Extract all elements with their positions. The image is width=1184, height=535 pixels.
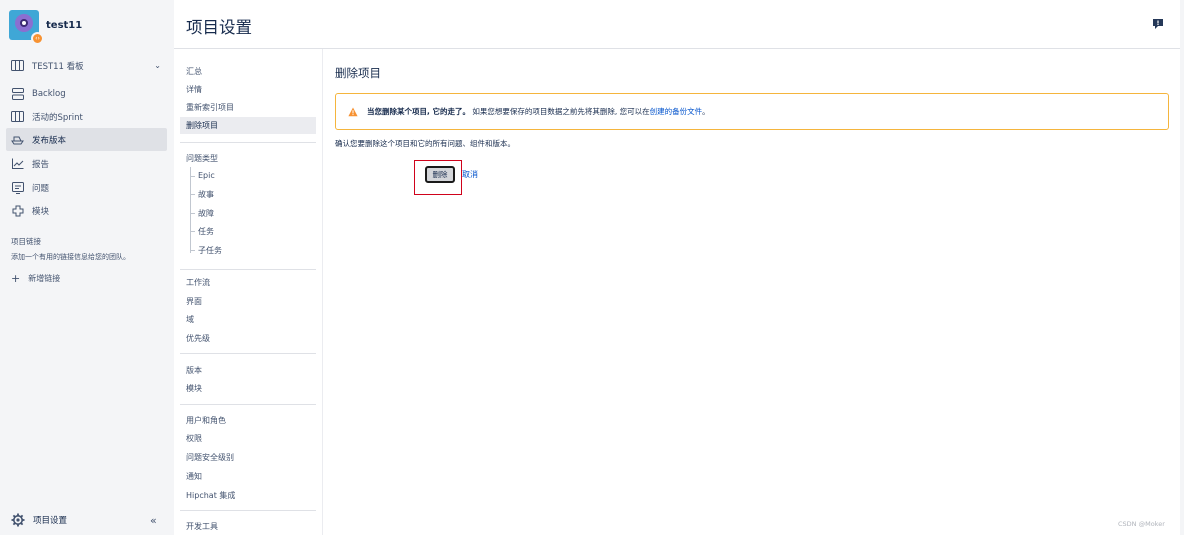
settings-nav-details[interactable]: 详情 <box>186 84 202 95</box>
settings-nav-epic[interactable]: Epic <box>198 171 215 180</box>
backlog-icon <box>11 87 24 100</box>
project-links-description: 添加一个有用的链接信息给您的团队。 <box>11 253 130 261</box>
feedback-icon[interactable] <box>1152 18 1164 30</box>
settings-nav-permissions[interactable]: 权限 <box>186 433 202 444</box>
settings-nav-bug[interactable]: 故障 <box>198 208 214 219</box>
settings-nav-notifications[interactable]: 通知 <box>186 471 202 482</box>
add-link-label: 新增链接 <box>28 274 61 283</box>
warning-end: 。 <box>702 107 710 116</box>
settings-nav-users-roles[interactable]: 用户和角色 <box>186 415 226 426</box>
tree-tick <box>190 194 195 195</box>
issues-icon <box>11 181 24 194</box>
settings-nav-divider <box>180 269 316 270</box>
warning-text: 如果您想要保存的项目数据之前先将其删除, 您可以在 <box>472 107 650 116</box>
plus-icon: + <box>11 272 21 285</box>
sidebar-item-label: TEST11 看板 <box>32 61 84 72</box>
settings-nav-task[interactable]: 任务 <box>198 226 214 237</box>
page-title: 项目设置 <box>186 18 252 37</box>
tree-tick <box>190 176 195 177</box>
sidebar-item-reports[interactable]: 报告 <box>6 152 167 175</box>
settings-nav-priorities[interactable]: 优先级 <box>186 333 210 344</box>
header-divider <box>174 48 1184 49</box>
settings-nav-summary[interactable]: 汇总 <box>186 66 202 77</box>
sidebar-item-label: Backlog <box>32 88 66 99</box>
watermark: CSDN @Moker <box>1118 520 1165 528</box>
settings-nav-divider <box>180 353 316 354</box>
warning-icon <box>348 107 358 116</box>
board-icon <box>11 59 24 72</box>
sprint-icon <box>11 110 24 123</box>
sidebar-item-board[interactable]: TEST11 看板 ⌄ <box>6 54 167 77</box>
settings-nav-divider <box>180 510 316 511</box>
app-window: ‹› test11 TEST11 看板 ⌄ Backlog 活动的Sprint <box>0 0 1184 535</box>
tree-tick <box>190 250 195 251</box>
settings-nav-divider <box>180 142 316 143</box>
settings-nav-border <box>322 49 323 535</box>
add-link-button[interactable]: + 新增链接 <box>11 272 60 285</box>
chevron-down-icon[interactable]: ⌄ <box>154 61 161 70</box>
sidebar-item-label: 报告 <box>32 159 50 170</box>
confirm-text: 确认您要删除这个项目和它的所有问题、组件和版本。 <box>335 139 515 148</box>
settings-nav-versions[interactable]: 版本 <box>186 365 202 376</box>
cancel-link[interactable]: 取消 <box>462 169 478 180</box>
settings-nav-reindex[interactable]: 重新索引项目 <box>186 102 234 113</box>
settings-nav-subtask[interactable]: 子任务 <box>198 245 222 256</box>
warning-bold-text: 当您删除某个项目, 它的走了。 <box>367 107 470 116</box>
sidebar-item-issues[interactable]: 问题 <box>6 176 167 199</box>
settings-nav-divider <box>180 404 316 405</box>
sidebar-item-backlog[interactable]: Backlog <box>6 82 167 105</box>
project-header[interactable]: ‹› test11 <box>9 10 83 45</box>
settings-nav-workflows[interactable]: 工作流 <box>186 277 210 288</box>
sidebar-item-sprint[interactable]: 活动的Sprint <box>6 105 167 128</box>
delete-button[interactable]: 删除 <box>425 166 455 183</box>
scrollbar-track[interactable] <box>1180 0 1184 535</box>
tree-line <box>190 167 191 253</box>
settings-nav-issue-types[interactable]: 问题类型 <box>186 153 218 164</box>
sidebar-item-label: 活动的Sprint <box>32 112 83 123</box>
project-sidebar: ‹› test11 TEST11 看板 ⌄ Backlog 活动的Sprint <box>0 0 174 535</box>
tree-tick <box>190 213 195 214</box>
settings-nav-issue-security[interactable]: 问题安全级别 <box>186 452 234 463</box>
settings-nav: 汇总 详情 重新索引项目 删除项目 问题类型 Epic 故事 故障 任务 子任务… <box>174 49 324 535</box>
gear-icon <box>11 513 25 527</box>
tree-tick <box>190 231 195 232</box>
settings-nav-delete-project[interactable]: 删除项目 <box>180 117 316 134</box>
project-links-heading: 项目链接 <box>11 237 41 246</box>
ship-icon <box>11 133 24 146</box>
sidebar-item-label: 发布版本 <box>32 135 67 146</box>
settings-nav-hipchat[interactable]: Hipchat 集成 <box>186 490 235 501</box>
component-icon <box>11 204 24 217</box>
section-title: 删除项目 <box>335 66 381 80</box>
sidebar-item-releases[interactable]: 发布版本 <box>6 128 167 151</box>
project-settings-label: 项目设置 <box>33 516 68 526</box>
project-avatar-icon: ‹› <box>9 10 44 45</box>
chart-icon <box>11 157 24 170</box>
settings-nav-dev-tools[interactable]: 开发工具 <box>186 521 218 532</box>
settings-nav-story[interactable]: 故事 <box>198 189 214 200</box>
project-settings-link[interactable]: 项目设置 <box>11 513 67 527</box>
sidebar-item-label: 模块 <box>32 206 50 217</box>
project-name: test11 <box>46 19 83 31</box>
backup-link[interactable]: 创建的备份文件 <box>650 107 703 116</box>
settings-nav-fields[interactable]: 域 <box>186 314 194 325</box>
sidebar-item-label: 问题 <box>32 183 50 194</box>
warning-banner: 当您删除某个项目, 它的走了。 如果您想要保存的项目数据之前先将其删除, 您可以… <box>335 93 1169 130</box>
settings-nav-components[interactable]: 模块 <box>186 383 202 394</box>
settings-nav-screens[interactable]: 界面 <box>186 296 202 307</box>
sidebar-item-components[interactable]: 模块 <box>6 199 167 222</box>
collapse-sidebar-icon[interactable]: « <box>150 514 157 527</box>
